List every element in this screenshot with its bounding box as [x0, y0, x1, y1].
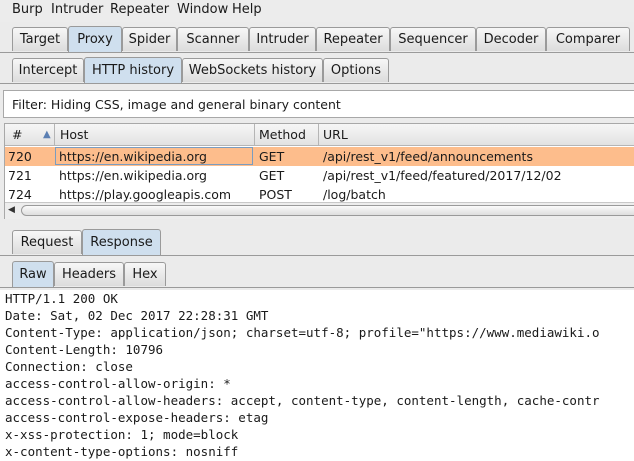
response-line: Content-Type: application/json; charset=… — [5, 325, 600, 340]
row-method: GET — [259, 168, 285, 183]
message-tab-divider — [0, 255, 634, 256]
message-tab-bar: Request Response — [0, 229, 634, 256]
tab-decoder[interactable]: Decoder — [476, 27, 546, 51]
menu-intruder[interactable]: Intruder — [51, 2, 103, 17]
menu-help[interactable]: Help — [232, 2, 262, 17]
menu-burp[interactable]: Burp — [12, 2, 43, 17]
row-url: /api/rest_v1/feed/announcements — [323, 149, 533, 164]
tab-intercept[interactable]: Intercept — [12, 58, 84, 82]
response-line: Date: Sat, 02 Dec 2017 22:28:31 GMT — [5, 308, 269, 323]
row-url: /log/batch — [323, 187, 386, 202]
tab-headers[interactable]: Headers — [54, 262, 124, 286]
row-method: POST — [259, 187, 292, 202]
response-line: access-control-expose-headers: etag — [5, 410, 269, 425]
sort-ascending-icon: ▲ — [43, 129, 51, 140]
row-number: 724 — [8, 187, 32, 202]
filter-bar[interactable]: Filter: Hiding CSS, image and general bi… — [3, 90, 634, 118]
tab-hex[interactable]: Hex — [124, 262, 166, 286]
tab-scanner[interactable]: Scanner — [177, 27, 249, 51]
response-line: access-control-allow-headers: accept, co… — [5, 393, 600, 408]
scrollbar-thumb[interactable] — [21, 205, 634, 216]
tab-sequencer[interactable]: Sequencer — [390, 27, 476, 51]
tab-proxy[interactable]: Proxy — [68, 26, 122, 52]
row-host: https://en.wikipedia.org — [59, 149, 207, 164]
tab-intruder[interactable]: Intruder — [249, 27, 316, 51]
table-row[interactable]: 720 https://en.wikipedia.org GET /api/re… — [5, 147, 634, 166]
menu-repeater[interactable]: Repeater — [110, 2, 169, 17]
tab-request[interactable]: Request — [12, 230, 82, 254]
menu-bar: Burp Intruder Repeater Window Help — [0, 0, 634, 22]
main-tab-divider — [0, 52, 634, 53]
tab-websockets-history[interactable]: WebSockets history — [182, 58, 323, 82]
response-raw-text[interactable]: HTTP/1.1 200 OK Date: Sat, 02 Dec 2017 2… — [0, 290, 634, 461]
response-line: HTTP/1.1 200 OK — [5, 291, 118, 306]
response-line: Connection: close — [5, 359, 133, 374]
proxy-tab-bar: Intercept HTTP history WebSockets histor… — [0, 57, 634, 84]
column-header-url[interactable]: URL — [323, 127, 348, 142]
row-host: https://en.wikipedia.org — [59, 168, 207, 183]
tab-target[interactable]: Target — [12, 27, 68, 51]
tab-options[interactable]: Options — [323, 58, 389, 82]
tab-response[interactable]: Response — [82, 229, 161, 255]
response-line: x-content-type-options: nosniff — [5, 444, 239, 459]
column-header-method[interactable]: Method — [259, 127, 306, 142]
tab-raw[interactable]: Raw — [12, 261, 54, 287]
main-tab-bar: Target Proxy Spider Scanner Intruder Rep… — [0, 26, 634, 53]
row-url: /api/rest_v1/feed/featured/2017/12/02 — [323, 168, 562, 183]
response-line: Content-Length: 10796 — [5, 342, 164, 357]
row-number: 720 — [8, 149, 32, 164]
tab-http-history[interactable]: HTTP history — [84, 57, 182, 83]
row-method: GET — [259, 149, 285, 164]
history-table: # ▲ Host Method URL 720 https://en.wikip… — [4, 123, 634, 219]
view-tab-divider — [0, 287, 634, 288]
horizontal-scrollbar[interactable]: ◀ — [5, 202, 634, 219]
response-line: access-control-allow-origin: * — [5, 376, 231, 391]
proxy-tab-divider — [0, 83, 634, 84]
column-header-host[interactable]: Host — [60, 127, 88, 142]
view-tab-bar: Raw Headers Hex — [0, 261, 634, 288]
tab-spider[interactable]: Spider — [122, 27, 177, 51]
tab-comparer[interactable]: Comparer — [546, 27, 630, 51]
table-header: # ▲ Host Method URL — [5, 124, 634, 146]
response-line: x-xss-protection: 1; mode=block — [5, 427, 239, 442]
tab-repeater[interactable]: Repeater — [316, 27, 390, 51]
row-number: 721 — [8, 168, 32, 183]
scroll-left-arrow-icon[interactable]: ◀ — [8, 205, 15, 215]
menu-window[interactable]: Window — [177, 2, 228, 17]
column-header-number[interactable]: # — [12, 127, 22, 142]
table-row[interactable]: 721 https://en.wikipedia.org GET /api/re… — [5, 166, 634, 185]
row-host: https://play.googleapis.com — [59, 187, 232, 202]
